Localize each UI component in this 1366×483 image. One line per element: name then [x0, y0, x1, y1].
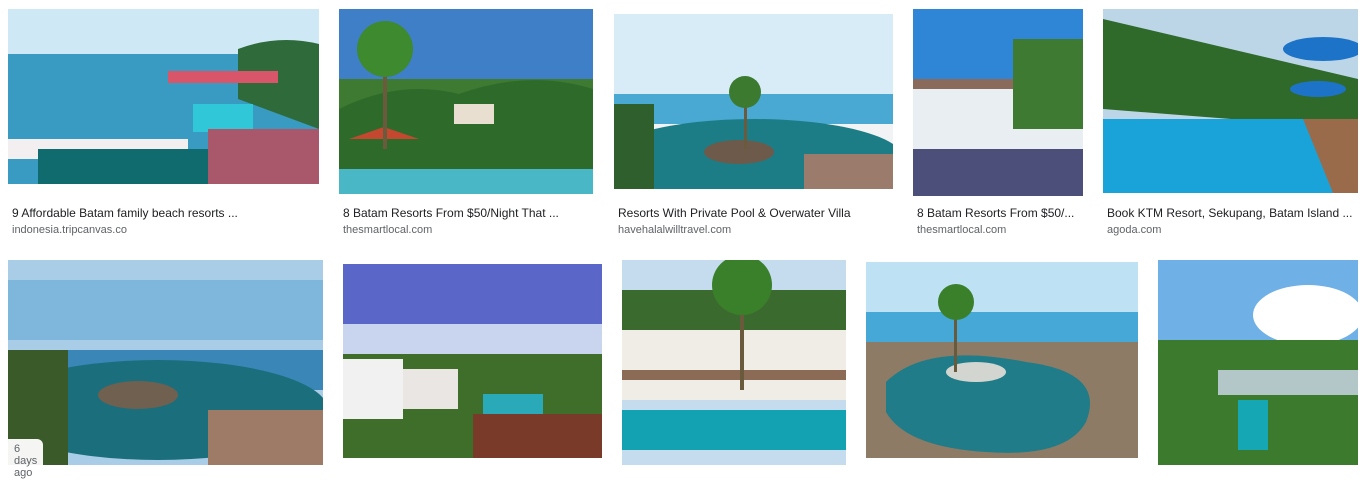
- result-image-3[interactable]: [614, 14, 893, 189]
- result-image-2[interactable]: [339, 9, 593, 194]
- result-image-7[interactable]: [343, 264, 602, 458]
- result-title-2[interactable]: 8 Batam Resorts From $50/Night That ...: [343, 206, 591, 220]
- result-title-3[interactable]: Resorts With Private Pool & Overwater Vi…: [618, 206, 890, 220]
- result-title-1[interactable]: 9 Affordable Batam family beach resorts …: [12, 206, 316, 220]
- result-image-9[interactable]: [866, 262, 1138, 458]
- result-image-4[interactable]: [913, 9, 1083, 196]
- result-source-4: thesmartlocal.com: [917, 224, 1007, 236]
- result-source-2: thesmartlocal.com: [343, 224, 433, 236]
- age-badge: 6 days ago: [8, 439, 44, 483]
- result-image-6[interactable]: [8, 260, 323, 465]
- result-source-5: agoda.com: [1107, 224, 1162, 236]
- result-image-10[interactable]: [1158, 260, 1358, 465]
- result-source-3: havehalalwilltravel.com: [618, 224, 732, 236]
- result-image-1[interactable]: [8, 9, 319, 184]
- result-image-8[interactable]: [622, 260, 846, 465]
- result-title-5[interactable]: Book KTM Resort, Sekupang, Batam Island …: [1107, 206, 1358, 220]
- result-image-5[interactable]: [1103, 9, 1358, 193]
- result-title-4[interactable]: 8 Batam Resorts From $50/...: [917, 206, 1083, 220]
- result-source-1: indonesia.tripcanvas.co: [12, 224, 127, 236]
